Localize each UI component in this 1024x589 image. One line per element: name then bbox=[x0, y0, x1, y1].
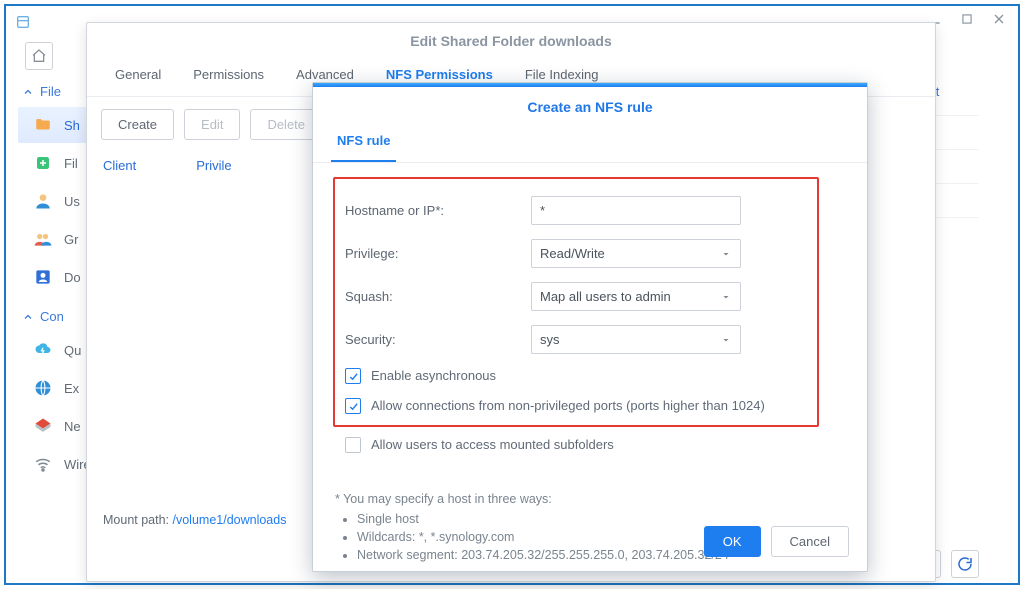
create-nfs-rule-dialog: Create an NFS rule NFS rule Hostname or … bbox=[312, 82, 868, 572]
tab-permissions[interactable]: Permissions bbox=[179, 57, 278, 96]
network-icon bbox=[32, 416, 54, 436]
checkbox-nonpriv-label: Allow connections from non-privileged po… bbox=[371, 398, 765, 413]
checkbox-subfolders[interactable] bbox=[345, 437, 361, 453]
contacts-icon bbox=[32, 267, 54, 287]
cancel-button[interactable]: Cancel bbox=[771, 526, 849, 557]
home-button[interactable] bbox=[25, 42, 53, 70]
tab-nfs-rule[interactable]: NFS rule bbox=[331, 123, 396, 162]
cloud-bolt-icon bbox=[32, 340, 54, 360]
user-icon bbox=[32, 191, 54, 211]
squash-value: Map all users to admin bbox=[540, 289, 671, 304]
sidebar-item-label: Sh bbox=[64, 118, 80, 133]
maximize-icon[interactable] bbox=[956, 8, 978, 30]
ok-button[interactable]: OK bbox=[704, 526, 761, 557]
checkbox-async-label: Enable asynchronous bbox=[371, 368, 496, 383]
nfs-rule-form: Hostname or IP*: Privilege: Read/Write S… bbox=[313, 163, 867, 462]
mount-path-value: /volume1/downloads bbox=[173, 513, 287, 527]
refresh-button[interactable] bbox=[951, 550, 979, 578]
form-highlight-box: Hostname or IP*: Privilege: Read/Write S… bbox=[333, 177, 819, 427]
sidebar-item-label: Do bbox=[64, 270, 81, 285]
sidebar-item-label: Fil bbox=[64, 156, 78, 171]
security-label: Security: bbox=[345, 332, 515, 347]
privilege-select[interactable]: Read/Write bbox=[531, 239, 741, 268]
mount-path: Mount path: /volume1/downloads bbox=[103, 513, 286, 527]
app-icon bbox=[12, 11, 34, 33]
sidebar-item-label: Ne bbox=[64, 419, 81, 434]
close-icon[interactable] bbox=[988, 8, 1010, 30]
globe-icon bbox=[32, 378, 54, 398]
modal-footer: OK Cancel bbox=[704, 526, 849, 557]
hostname-input[interactable] bbox=[531, 196, 741, 225]
tab-general[interactable]: General bbox=[101, 57, 175, 96]
sidebar-item-label: Qu bbox=[64, 343, 81, 358]
sidebar-section-label: Con bbox=[40, 309, 64, 324]
security-value: sys bbox=[540, 332, 560, 347]
sidebar-item-label: Ex bbox=[64, 381, 79, 396]
checkbox-async[interactable] bbox=[345, 368, 361, 384]
col-client: Client bbox=[103, 158, 136, 173]
dialog-title: Edit Shared Folder downloads bbox=[87, 23, 935, 57]
hostname-label: Hostname or IP*: bbox=[345, 203, 515, 218]
group-icon bbox=[32, 229, 54, 249]
squash-select[interactable]: Map all users to admin bbox=[531, 282, 741, 311]
security-select[interactable]: sys bbox=[531, 325, 741, 354]
folder-share-icon bbox=[32, 115, 54, 135]
help-title: * You may specify a host in three ways: bbox=[335, 492, 845, 506]
privilege-label: Privilege: bbox=[345, 246, 515, 261]
sidebar-section-label: File bbox=[40, 84, 61, 99]
sidebar-item-label: Us bbox=[64, 194, 80, 209]
modal-tabbar: NFS rule bbox=[313, 123, 867, 163]
create-button[interactable]: Create bbox=[101, 109, 174, 140]
sidebar-item-label: Gr bbox=[64, 232, 78, 247]
squash-label: Squash: bbox=[345, 289, 515, 304]
mount-path-label: Mount path: bbox=[103, 513, 169, 527]
checkbox-subfolders-label: Allow users to access mounted subfolders bbox=[371, 437, 614, 452]
wifi-icon bbox=[32, 454, 54, 474]
edit-button[interactable]: Edit bbox=[184, 109, 240, 140]
col-privilege: Privile bbox=[196, 158, 231, 173]
window-controls bbox=[924, 8, 1010, 30]
modal-title: Create an NFS rule bbox=[313, 87, 867, 123]
checkbox-nonpriv-ports[interactable] bbox=[345, 398, 361, 414]
privilege-value: Read/Write bbox=[540, 246, 605, 261]
file-sync-icon bbox=[32, 153, 54, 173]
